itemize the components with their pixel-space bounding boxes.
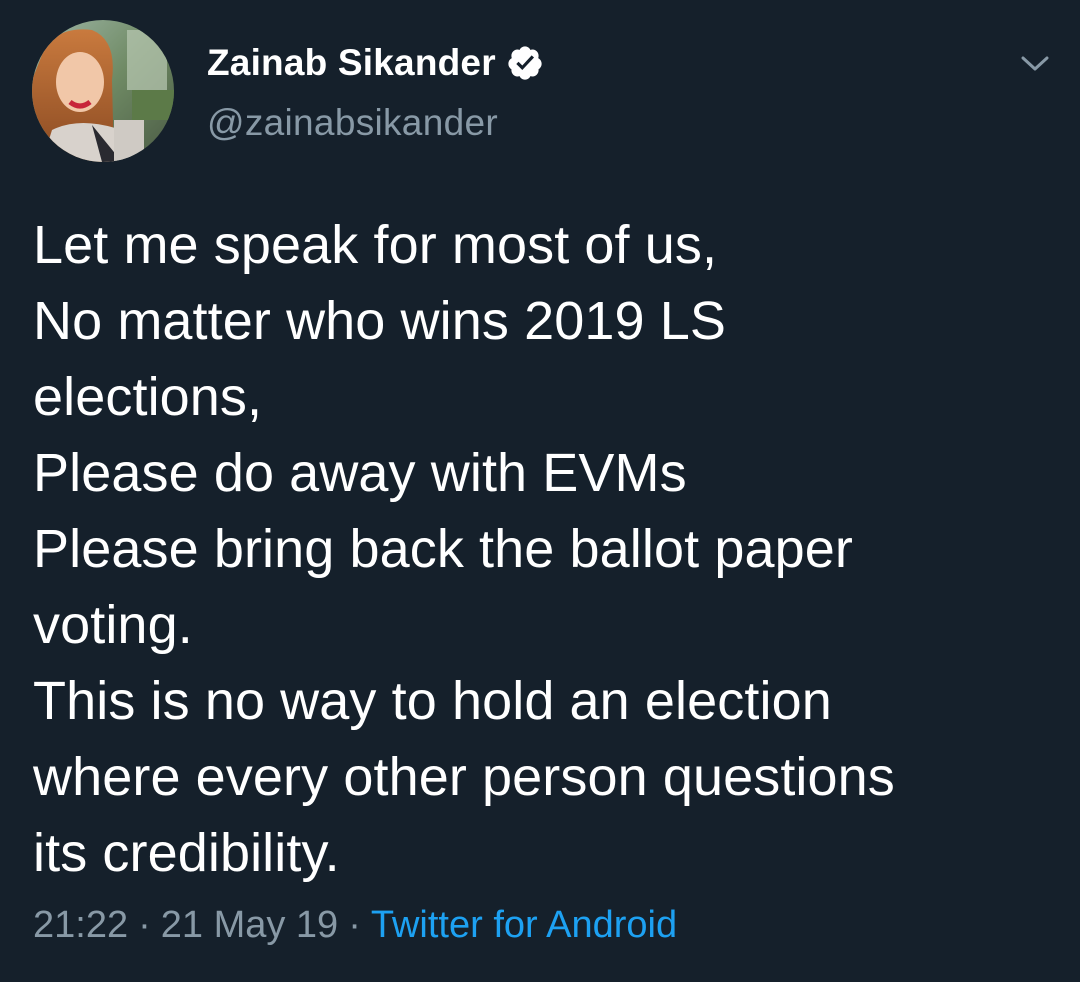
tweet-line: No matter who wins 2019 LS (33, 291, 726, 351)
avatar-photo (32, 20, 174, 162)
tweet-line: where every other person questions (33, 747, 895, 807)
tweet-source-link[interactable]: Twitter for Android (371, 904, 677, 947)
separator: · (138, 904, 151, 946)
tweet-card: Zainab Sikander @zainabsikander Let me s… (0, 0, 1080, 982)
avatar[interactable] (32, 20, 174, 162)
tweet-time[interactable]: 21:22 (33, 904, 128, 947)
user-handle[interactable]: @zainabsikander (207, 102, 544, 144)
tweet-line: elections, (33, 367, 263, 427)
tweet-line: Let me speak for most of us, (33, 215, 718, 275)
tweet-line: voting. (33, 595, 193, 655)
tweet-date[interactable]: 21 May 19 (161, 904, 338, 947)
tweet-metadata: 21:22 · 21 May 19 · Twitter for Android (33, 904, 677, 947)
separator: · (348, 904, 361, 946)
display-name-row: Zainab Sikander (207, 38, 544, 88)
chevron-down-icon (1021, 56, 1049, 71)
verified-badge-icon (506, 44, 544, 82)
tweet-text: Let me speak for most of us, No matter w… (33, 207, 1053, 891)
author-info[interactable]: Zainab Sikander @zainabsikander (207, 38, 544, 144)
tweet-line: Please do away with EVMs (33, 443, 687, 503)
tweet-line: its credibility. (33, 823, 340, 883)
tweet-line: This is no way to hold an election (33, 671, 832, 731)
display-name[interactable]: Zainab Sikander (207, 42, 496, 84)
tweet-line: Please bring back the ballot paper (33, 519, 853, 579)
tweet-menu-button[interactable] (1010, 42, 1060, 86)
